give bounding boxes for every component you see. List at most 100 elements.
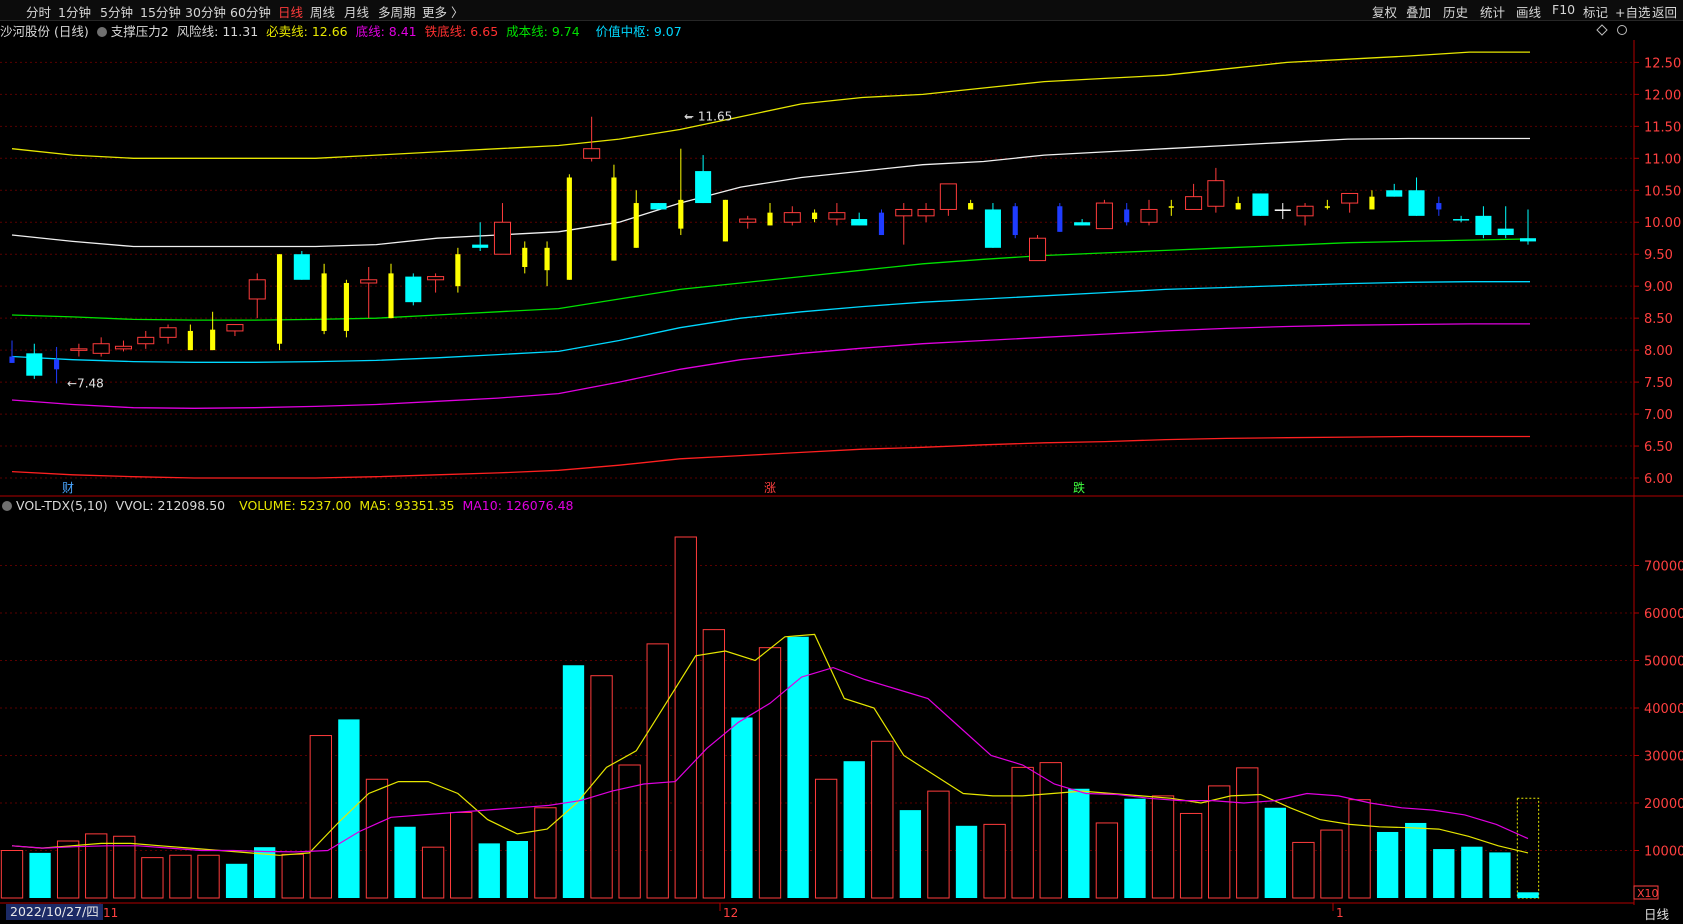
- candle-body: [9, 356, 15, 363]
- candle-body: [522, 247, 528, 267]
- add-watchlist-button[interactable]: +自选: [1615, 2, 1650, 21]
- volume-bar: [1208, 785, 1231, 899]
- candle: [583, 116, 601, 162]
- volume-tick-label: 20000: [1644, 797, 1683, 812]
- tab-daily[interactable]: 日线: [278, 2, 303, 21]
- mark-button[interactable]: 标记: [1583, 2, 1608, 21]
- candle-body: [114, 345, 132, 350]
- candle: [722, 199, 728, 242]
- volume-bar: [29, 852, 51, 898]
- candle: [137, 330, 155, 349]
- candle: [1296, 203, 1314, 226]
- candle-body: [70, 348, 88, 351]
- 必卖线-line: [11, 51, 1530, 159]
- candle: [1185, 183, 1203, 210]
- circle-icon[interactable]: [1616, 24, 1628, 36]
- volume-info-bar: VOL-TDX(5,10) VVOL: 212098.50 VOLUME: 52…: [0, 498, 1200, 516]
- volume-bar: [646, 643, 669, 899]
- tab-fenshi[interactable]: 分时: [26, 2, 51, 21]
- period-label[interactable]: 日线: [1644, 904, 1669, 923]
- volume-bar: [141, 857, 164, 899]
- candle: [360, 267, 378, 319]
- volume-bar: [927, 790, 950, 899]
- history-button[interactable]: 历史: [1443, 2, 1468, 21]
- candle: [812, 209, 818, 223]
- diamond-icon[interactable]: [1596, 24, 1608, 36]
- tab-more[interactable]: 更多 〉: [422, 2, 463, 21]
- candle-body: [1341, 192, 1359, 204]
- candle: [1497, 206, 1514, 239]
- candle-body: [1235, 203, 1241, 210]
- volume-bar: [843, 761, 865, 898]
- candle: [1408, 177, 1425, 216]
- candle-body: [1140, 208, 1158, 223]
- stats-button[interactable]: 统计: [1480, 2, 1505, 21]
- candle: [739, 215, 757, 229]
- volume-bar: [758, 647, 782, 899]
- volume-bar: [702, 629, 726, 899]
- candle-body: [159, 327, 177, 338]
- price-tick-label: 7.50: [1644, 376, 1673, 391]
- volume-bar: [1320, 829, 1343, 899]
- tab-weekly[interactable]: 周线: [310, 2, 335, 21]
- candle: [1012, 203, 1018, 239]
- volume-bar: [1095, 822, 1119, 899]
- volume-bar: [871, 740, 894, 899]
- fuquan-button[interactable]: 复权: [1372, 2, 1397, 21]
- tab-monthly[interactable]: 月线: [344, 2, 369, 21]
- candle-body: [895, 208, 913, 217]
- ma5-line: [11, 633, 1529, 856]
- volume-bar: [197, 854, 220, 899]
- candle-body: [695, 171, 712, 204]
- draw-button[interactable]: 画线: [1516, 2, 1541, 21]
- chevron-down-icon[interactable]: [2, 501, 12, 511]
- candle: [321, 263, 327, 335]
- tab-5min[interactable]: 5分钟: [100, 2, 133, 21]
- tab-30min[interactable]: 30分钟: [185, 2, 226, 21]
- volume-bar: [1068, 788, 1090, 898]
- candle: [695, 155, 712, 204]
- overlay-button[interactable]: 叠加: [1406, 2, 1431, 21]
- toolbar: 分时 1分钟 5分钟 15分钟 30分钟 60分钟 日线 周线 月线 多周期 更…: [0, 0, 1683, 21]
- x-axis-label: 11: [103, 906, 118, 920]
- vol-indicator-name[interactable]: VOL-TDX(5,10): [16, 498, 108, 513]
- price-tick-label: 6.50: [1644, 440, 1673, 455]
- candle: [851, 212, 868, 226]
- indicator-name[interactable]: 支撑压力2: [111, 24, 169, 39]
- volume-bar: [899, 810, 922, 898]
- tab-multi-period[interactable]: 多周期: [378, 2, 416, 21]
- candle: [405, 273, 422, 306]
- candle: [187, 324, 193, 351]
- candle: [611, 164, 617, 261]
- candle-body: [293, 254, 310, 280]
- f10-button[interactable]: F10: [1552, 2, 1575, 17]
- event-die: 跌: [1073, 480, 1085, 495]
- candle-body: [851, 219, 868, 226]
- candle-body: [1386, 190, 1403, 197]
- volume-bar: [56, 840, 80, 899]
- 风险线-line: [11, 137, 1530, 248]
- candle-body: [783, 212, 801, 223]
- ma10-value: MA10: 126076.48: [462, 498, 574, 513]
- back-button[interactable]: 返回: [1652, 2, 1677, 21]
- volume-bar: [309, 735, 332, 899]
- volume-bar: [787, 636, 809, 898]
- volume-bar: [1011, 766, 1034, 899]
- candle: [54, 346, 60, 384]
- volume-bar: [113, 835, 136, 899]
- tab-60min[interactable]: 60分钟: [230, 2, 271, 21]
- candle: [276, 254, 283, 351]
- candle-body: [187, 330, 193, 351]
- volume-bar: [365, 778, 389, 899]
- indicator-info-bar: 沙河股份 (日线) 支撑压力2 风险线: 11.31 必卖线: 12.66 底线:…: [0, 21, 1600, 39]
- ma5-value: MA5: 93351.35: [359, 498, 455, 513]
- tab-1min[interactable]: 1分钟: [58, 2, 91, 21]
- price-tick-label: 11.00: [1644, 152, 1681, 167]
- price-tick-label: 8.50: [1644, 312, 1673, 327]
- candle: [455, 247, 461, 293]
- candle: [1124, 203, 1130, 226]
- chevron-down-icon[interactable]: [96, 27, 107, 37]
- price-tick-label: 9.00: [1644, 280, 1673, 295]
- chart-frame: [0, 40, 1683, 905]
- tab-15min[interactable]: 15分钟: [140, 2, 181, 21]
